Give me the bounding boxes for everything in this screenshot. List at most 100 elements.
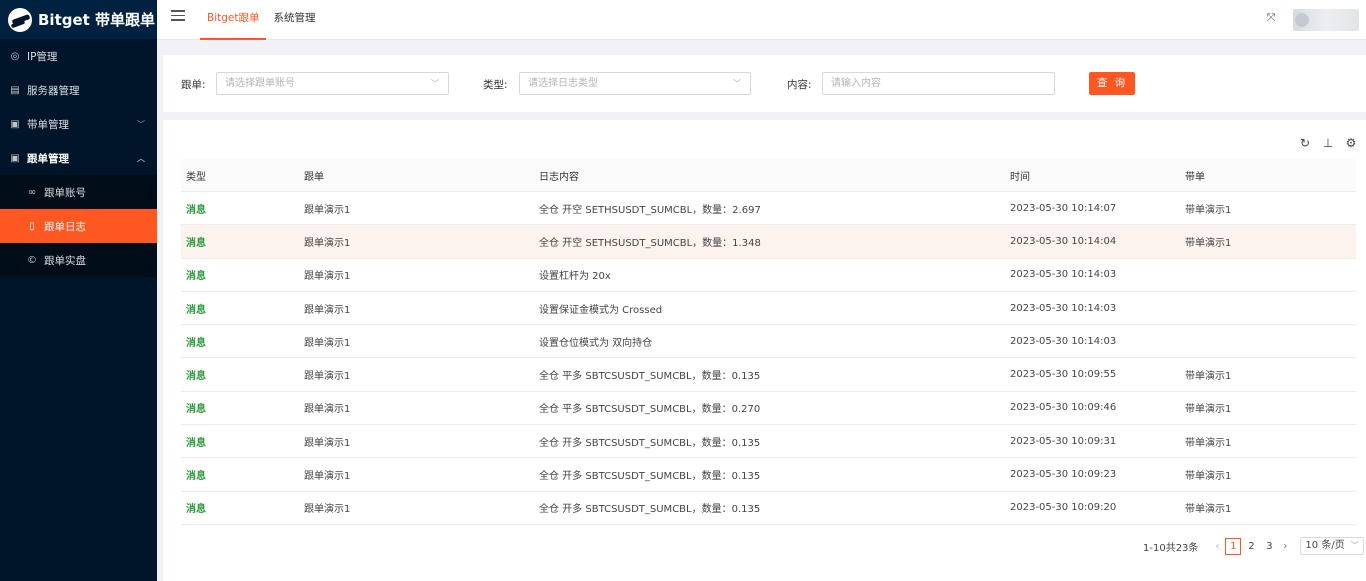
- log-type-label: 类型:: [483, 79, 508, 91]
- cell-time: 2023-05-30 10:14:03: [1010, 335, 1117, 347]
- cell-time: 2023-05-30 10:09:20: [1010, 502, 1117, 514]
- table-header-row: 类型 跟单 日志内容 时间 带单: [181, 159, 1356, 192]
- prev-page-icon[interactable]: ‹: [1210, 541, 1224, 552]
- cell-time: 2023-05-30 10:09:23: [1010, 469, 1117, 481]
- user-avatar[interactable]: [1293, 9, 1359, 31]
- search-panel: 跟单: 请选择跟单账号 ﹀ 类型: 请选择日志类型 ﹀ 内容: 请输入内容 查 …: [163, 55, 1366, 112]
- cell-follow: 跟单演示1: [304, 337, 351, 349]
- cell-content: 全仓 开空 SETHSUSDT_SUMCBL，数量：1.348: [539, 237, 761, 249]
- sidebar-item-label: 带单管理: [27, 118, 69, 131]
- sidebar-item-ip[interactable]: ◎ IP管理: [0, 39, 157, 73]
- cell-type: 消息: [186, 304, 206, 316]
- cell-type: 消息: [186, 504, 206, 516]
- page-size-value: 10 条/页: [1305, 540, 1345, 551]
- bitget-logo-icon: [8, 7, 32, 32]
- sidebar-item-follow[interactable]: ▣ 跟单管理 ︿: [0, 141, 157, 175]
- sidebar-item-lead[interactable]: ▣ 带单管理 ﹀: [0, 107, 157, 141]
- chevron-down-icon: ﹀: [733, 79, 741, 88]
- cell-type: 消息: [186, 471, 206, 483]
- chevron-down-icon: ﹀: [431, 79, 439, 88]
- cell-type: 消息: [186, 437, 206, 449]
- sidebar-item-server[interactable]: ▤ 服务器管理: [0, 73, 157, 107]
- sidebar-item-label: IP管理: [27, 50, 58, 63]
- table-row[interactable]: 消息 跟单演示1 全仓 开多 SBTCSUSDT_SUMCBL，数量：0.135 20…: [181, 425, 1356, 459]
- column-height-icon[interactable]: ⊥: [1321, 136, 1335, 150]
- table-row[interactable]: 消息 跟单演示1 全仓 平多 SBTCSUSDT_SUMCBL，数量：0.135 20…: [181, 358, 1356, 392]
- copyright-icon: ©: [27, 254, 37, 266]
- log-type-select[interactable]: 请选择日志类型 ﹀: [519, 72, 751, 95]
- cell-follow: 跟单演示1: [304, 371, 351, 383]
- table-row[interactable]: 消息 跟单演示1 全仓 开多 SBTCSUSDT_SUMCBL，数量：0.135 20…: [181, 492, 1356, 525]
- chevron-up-icon: ︿: [137, 153, 145, 163]
- top-nav-tabs: Bitget跟单 系统管理: [200, 0, 322, 40]
- cell-content: 设置仓位模式为 双向持仓: [539, 337, 653, 349]
- column-header-lead: 带单: [1185, 171, 1205, 183]
- cell-follow: 跟单演示1: [304, 437, 351, 449]
- follow-account-select[interactable]: 请选择跟单账号 ﹀: [216, 72, 449, 95]
- page-1[interactable]: 1: [1225, 537, 1242, 555]
- cell-lead: 带单演示1: [1185, 237, 1232, 249]
- follow-account-label: 跟单:: [181, 79, 206, 91]
- link-icon: ∞: [27, 186, 37, 198]
- cell-time: 2023-05-30 10:09:55: [1010, 369, 1117, 381]
- table-row[interactable]: 消息 跟单演示1 全仓 开空 SETHSUSDT_SUMCBL，数量：2.697 20…: [181, 192, 1356, 226]
- cell-time: 2023-05-30 10:14:03: [1010, 302, 1117, 314]
- app-title: Bitget 带单跟单: [38, 11, 156, 29]
- cell-lead: 带单演示1: [1185, 371, 1232, 383]
- log-table: 类型 跟单 日志内容 时间 带单 消息 跟单演示1 全仓 开空 SETHSUSDT_…: [181, 159, 1356, 525]
- cell-type: 消息: [186, 404, 206, 416]
- cell-follow: 跟单演示1: [304, 204, 351, 216]
- cell-content: 全仓 开多 SBTCSUSDT_SUMCBL，数量：0.135: [539, 471, 761, 483]
- cell-content: 全仓 开空 SETHSUSDT_SUMCBL，数量：2.697: [539, 204, 761, 216]
- table-row[interactable]: 消息 跟单演示1 设置杠杆为 20x 2023-05-30 10:14:03: [181, 259, 1356, 292]
- table-row[interactable]: 消息 跟单演示1 设置仓位模式为 双向持仓 2023-05-30 10:14:03: [181, 325, 1356, 359]
- setting-icon[interactable]: ⚙: [1344, 136, 1358, 150]
- tab-bitget-follow[interactable]: Bitget跟单: [200, 0, 267, 40]
- fullscreen-icon[interactable]: ⤧: [1265, 12, 1277, 24]
- page-2[interactable]: 2: [1243, 538, 1259, 555]
- table-row[interactable]: 消息 跟单演示1 全仓 开空 SETHSUSDT_SUMCBL，数量：1.348 20…: [181, 225, 1356, 259]
- pagination: 1-10共23条 ‹ 1 2 3 › 10 条/页 ﹀: [1143, 537, 1364, 555]
- next-page-icon[interactable]: ›: [1278, 541, 1292, 552]
- pagination-total: 1-10共23条: [1143, 542, 1199, 554]
- sidebar-item-follow-live[interactable]: © 跟单实盘: [0, 243, 157, 277]
- menu-collapse-icon[interactable]: [171, 10, 185, 22]
- table-row[interactable]: 消息 跟单演示1 全仓 开多 SBTCSUSDT_SUMCBL，数量：0.135 20…: [181, 458, 1356, 492]
- cell-content: 全仓 开多 SBTCSUSDT_SUMCBL，数量：0.135: [539, 504, 761, 516]
- cell-content: 全仓 开多 SBTCSUSDT_SUMCBL，数量：0.135: [539, 437, 761, 449]
- sidebar: Bitget 带单跟单 ◎ IP管理 ▤ 服务器管理 ▣ 带单管理 ﹀ ▣ 跟单…: [0, 0, 157, 581]
- column-header-time: 时间: [1010, 171, 1030, 183]
- page-3[interactable]: 3: [1261, 538, 1277, 555]
- cell-lead: 带单演示1: [1185, 204, 1232, 216]
- cell-content: 全仓 平多 SBTCSUSDT_SUMCBL，数量：0.270: [539, 404, 761, 416]
- refresh-icon[interactable]: ↻: [1298, 136, 1312, 150]
- table-row[interactable]: 消息 跟单演示1 全仓 平多 SBTCSUSDT_SUMCBL，数量：0.270 20…: [181, 392, 1356, 426]
- cell-type: 消息: [186, 204, 206, 216]
- sidebar-item-label: 跟单实盘: [44, 254, 86, 267]
- submenu-follow: ∞ 跟单账号 ▯ 跟单日志 © 跟单实盘: [0, 175, 157, 277]
- page-size-select[interactable]: 10 条/页 ﹀: [1300, 537, 1364, 555]
- cell-type: 消息: [186, 237, 206, 249]
- query-button[interactable]: 查 询: [1089, 72, 1135, 95]
- cell-lead: 带单演示1: [1185, 437, 1232, 449]
- content-placeholder: 请输入内容: [831, 78, 881, 89]
- location-icon: ◎: [10, 50, 20, 62]
- cell-lead: 带单演示1: [1185, 471, 1232, 483]
- cell-time: 2023-05-30 10:14:07: [1010, 202, 1117, 214]
- column-header-type: 类型: [186, 171, 206, 183]
- log-type-placeholder: 请选择日志类型: [528, 78, 598, 89]
- tab-system-management[interactable]: 系统管理: [266, 0, 322, 40]
- cell-follow: 跟单演示1: [304, 471, 351, 483]
- cell-type: 消息: [186, 371, 206, 383]
- cell-type: 消息: [186, 337, 206, 349]
- chevron-down-icon: ﹀: [137, 119, 145, 129]
- content-input[interactable]: 请输入内容: [822, 72, 1055, 95]
- sidebar-item-follow-log[interactable]: ▯ 跟单日志: [0, 209, 157, 243]
- cell-time: 2023-05-30 10:09:46: [1010, 402, 1117, 414]
- table-row[interactable]: 消息 跟单演示1 设置保证金模式为 Crossed 2023-05-30 10:14:…: [181, 292, 1356, 326]
- sidebar-item-label: 服务器管理: [27, 84, 80, 97]
- cell-time: 2023-05-30 10:14:04: [1010, 235, 1117, 247]
- sidebar-item-follow-account[interactable]: ∞ 跟单账号: [0, 175, 157, 209]
- server-icon: ▤: [10, 84, 20, 96]
- cell-follow: 跟单演示1: [304, 404, 351, 416]
